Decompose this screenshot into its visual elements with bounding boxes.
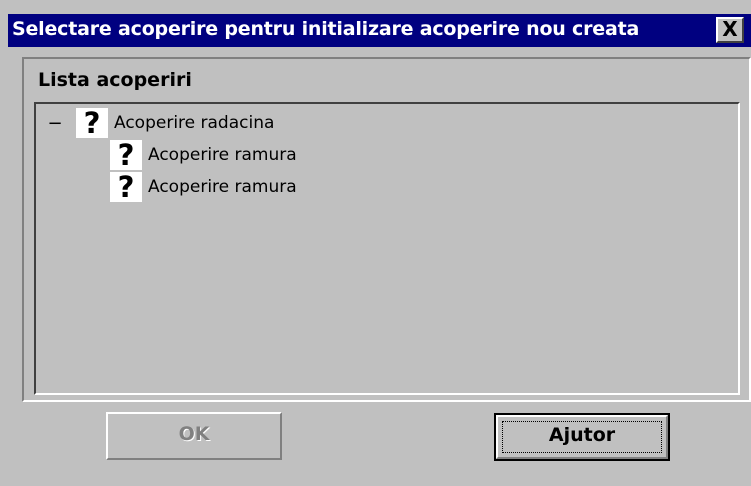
close-icon: X xyxy=(722,17,738,41)
coverage-list-panel: Lista acoperiri − ? Acoperire radacina ?… xyxy=(22,57,751,402)
close-button[interactable]: X xyxy=(716,17,744,43)
tree-item-label: Acoperire ramura xyxy=(148,145,297,165)
ok-button[interactable]: OK xyxy=(106,412,282,460)
title-bar[interactable]: Selectare acoperire pentru initializare … xyxy=(8,14,751,47)
question-mark-icon: ? xyxy=(110,140,142,170)
help-button-label: Ajutor xyxy=(548,424,616,446)
coverage-tree[interactable]: − ? Acoperire radacina ? Acoperire ramur… xyxy=(34,102,740,395)
help-button[interactable]: Ajutor xyxy=(494,413,670,461)
question-mark-icon: ? xyxy=(76,108,108,138)
question-mark-icon: ? xyxy=(110,172,142,202)
tree-item-child[interactable]: ? Acoperire ramura xyxy=(110,140,297,170)
tree-item-label: Acoperire radacina xyxy=(114,113,275,133)
ok-button-label: OK xyxy=(178,423,210,445)
dialog-window: Selectare acoperire pentru initializare … xyxy=(0,0,751,486)
tree-item-root[interactable]: − ? Acoperire radacina xyxy=(46,108,274,138)
panel-title: Lista acoperiri xyxy=(38,69,192,91)
tree-item-label: Acoperire ramura xyxy=(148,177,297,197)
window-title: Selectare acoperire pentru initializare … xyxy=(12,18,640,40)
tree-item-child[interactable]: ? Acoperire ramura xyxy=(110,172,297,202)
collapse-icon[interactable]: − xyxy=(46,113,64,134)
